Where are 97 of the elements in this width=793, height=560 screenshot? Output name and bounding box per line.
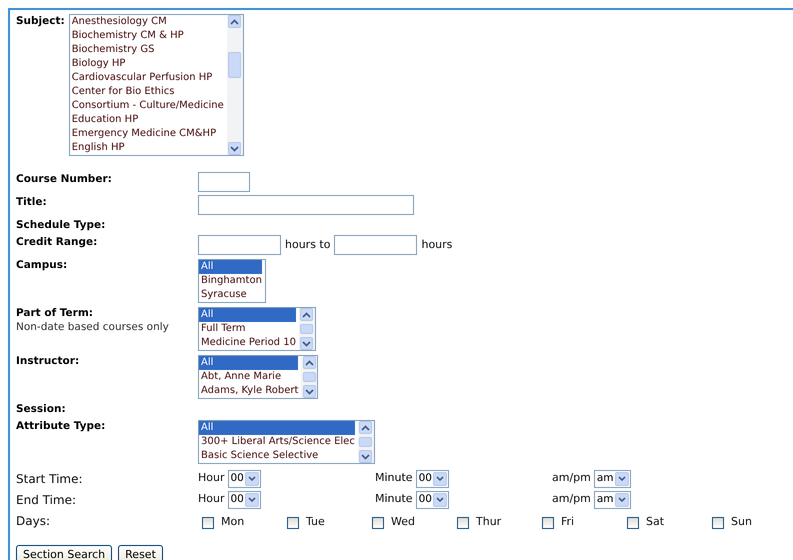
scrollbar[interactable] [301,356,318,398]
course-number-field[interactable] [198,172,250,192]
list-option[interactable]: Anesthesiology CM [70,15,224,29]
checkbox[interactable] [202,516,214,528]
list-option[interactable]: Biochemistry GS [70,43,224,57]
list-option[interactable]: Abt, Anne Marie [199,370,298,384]
option-listbox[interactable]: All Abt, Anne Marie Adams, Kyle Robert [198,355,318,399]
list-option[interactable]: Adams, Kyle Robert [199,384,298,398]
list-option[interactable]: All [199,260,262,274]
time-label: End Time: [16,492,78,508]
scroll-down-icon[interactable] [304,388,314,394]
field-label: Schedule Type: [16,218,106,232]
day-label: Sat [646,514,664,530]
unit-label: hours to [285,236,330,253]
field-label: Attribute Type: [16,419,106,433]
list-option[interactable]: Binghamton [199,274,262,288]
time-dropdown[interactable]: 00 [228,470,261,488]
option-listbox[interactable]: All 300+ Liberal Arts/Science Elec Basic Science Selective [198,420,375,464]
option-listbox[interactable]: All Binghamton Syracuse [198,259,266,303]
checkbox[interactable] [372,516,384,528]
list-option[interactable]: 300+ Liberal Arts/Science Elec [199,435,355,449]
field-label: Course Number: [16,172,113,186]
select-label: Hour [198,470,224,486]
scroll-thumb[interactable] [228,52,242,78]
option-listbox[interactable]: All Full Term Medicine Period 10 [198,307,316,351]
select-label: am/pm [552,491,591,508]
caret-icon [618,497,626,502]
caret-icon [436,476,444,481]
field-label: Title: [16,195,48,209]
list-option[interactable]: English HP [70,141,224,155]
checkbox[interactable] [542,516,554,528]
list-option[interactable]: Medicine Period 10 [199,336,296,350]
list-option[interactable]: Full Term [199,322,296,336]
checkbox[interactable] [712,516,724,528]
time-dropdown[interactable]: 00 [416,470,449,488]
field-label: Session: [16,402,67,416]
list-option[interactable]: Education HP [70,113,224,127]
list-option[interactable]: All [199,356,298,370]
list-option[interactable]: All [199,421,355,435]
day-label: Fri [561,514,574,530]
scrollbar[interactable] [358,421,374,463]
form-button[interactable]: Reset [118,545,163,560]
scrollbar[interactable] [226,15,243,155]
list-option[interactable]: Emergency Medicine CM&HP [70,127,224,141]
field-label: Instructor: [16,354,80,368]
scroll-down-icon[interactable] [361,454,370,460]
checkbox[interactable] [287,516,299,528]
day-label: Tue [306,514,325,530]
scrollbar[interactable] [298,308,315,350]
checkbox[interactable] [627,516,639,528]
time-dropdown[interactable]: 00 [228,490,261,508]
subject-label: Subject: [16,14,65,29]
list-option[interactable]: All [199,308,296,322]
scroll-thumb[interactable] [300,324,314,334]
time-dropdown[interactable]: am [594,470,631,488]
scroll-thumb[interactable] [302,372,316,382]
scroll-up-icon[interactable] [230,18,240,24]
field-label: Credit Range: [16,235,98,249]
credit-max-field[interactable] [334,235,418,255]
subject-listbox[interactable]: Anesthesiology CM Biochemistry CM & HP Biochemistry GS Biology HP Cardiovascular Perfusion HP Center for Bio Ethics Consortium - Culture/Medicine Education HP Emergency Medicine CM&HP English HP [68,14,244,156]
list-option[interactable]: Syracuse [199,288,262,302]
scroll-down-icon[interactable] [230,146,240,152]
select-label: Minute [375,470,413,486]
select-label: am/pm [552,470,591,486]
days-label: Days: [16,512,51,530]
time-dropdown[interactable]: am [594,490,631,508]
list-option[interactable]: Basic Science Selective [199,449,355,463]
list-option[interactable]: Cardiovascular Perfusion HP [70,71,224,85]
unit-label: hours [421,236,452,253]
select-label: Minute [375,491,413,508]
scroll-thumb[interactable] [359,437,372,447]
scroll-up-icon[interactable] [304,360,314,366]
select-label: Hour [198,491,224,508]
credit-min-field[interactable] [198,235,281,255]
checkbox[interactable] [457,516,469,528]
list-option[interactable]: Biochemistry CM & HP [70,29,224,43]
time-label: Start Time: [16,470,84,488]
day-label: Thur [476,514,502,530]
day-label: Wed [391,514,415,530]
list-option[interactable]: Center for Bio Ethics [70,85,224,99]
caret-icon [248,497,256,502]
caret-icon [436,497,444,502]
caret-icon [248,476,256,481]
scroll-up-icon[interactable] [302,312,312,318]
list-option[interactable]: Consortium - Culture/Medicine [70,99,224,113]
caret-icon [618,476,626,481]
field-label: Campus: [16,258,68,272]
list-option[interactable]: Biology HP [70,57,224,71]
scroll-down-icon[interactable] [302,340,312,346]
field-label: Part of Term: [16,306,94,320]
form-button[interactable]: Section Search [16,545,112,560]
day-label: Sun [731,514,752,530]
day-label: Mon [221,514,244,530]
title-field[interactable] [198,195,414,215]
scroll-up-icon[interactable] [361,424,370,430]
field-note: Non-date based courses only [16,320,170,334]
time-dropdown[interactable]: 00 [416,490,449,508]
